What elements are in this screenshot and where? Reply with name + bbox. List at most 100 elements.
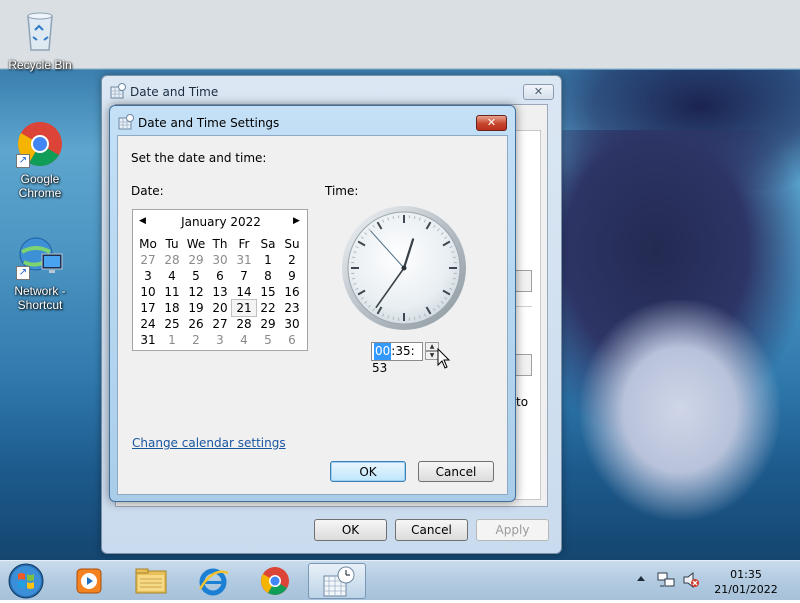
ok-button[interactable]: OK [330, 461, 406, 482]
calendar-day[interactable]: 22 [256, 300, 280, 316]
time-input[interactable]: 00:35:53 [371, 342, 423, 361]
calendar-day[interactable]: 27 [208, 316, 232, 332]
network-icon[interactable] [657, 571, 675, 589]
taskbar-media-player[interactable] [60, 563, 118, 599]
calendar-day[interactable]: 5 [256, 332, 280, 348]
taskbar: 01:35 21/01/2022 [0, 560, 800, 600]
calendar[interactable]: ◀ January 2022 ▶ Mo Tu We Th Fr Sa Su 27… [132, 209, 308, 351]
weekday-header: Tu [160, 236, 184, 252]
desktop-icon-network-shortcut[interactable]: ↗ Network - Shortcut [2, 232, 78, 312]
instruction-text: Set the date and time: [131, 151, 266, 165]
weekday-header: Fr [232, 236, 256, 252]
calendar-day[interactable]: 15 [256, 284, 280, 300]
date-time-icon [110, 83, 126, 102]
calendar-day[interactable]: 3 [136, 268, 160, 284]
cancel-button[interactable]: Cancel [395, 519, 468, 541]
calendar-day[interactable]: 16 [280, 284, 304, 300]
dialog-content: Set the date and time: Date: Time: ◀ Jan… [117, 135, 508, 495]
calendar-day[interactable]: 31 [232, 252, 256, 268]
calendar-week-row: 17181920212223 [136, 300, 304, 316]
calendar-week-row: 31123456 [136, 332, 304, 348]
next-month-icon[interactable]: ▶ [293, 216, 300, 226]
calendar-day[interactable]: 26 [184, 316, 208, 332]
volume-muted-icon[interactable] [682, 571, 700, 589]
time-label: Time: [325, 184, 358, 198]
calendar-day[interactable]: 1 [256, 252, 280, 268]
close-button[interactable]: ✕ [523, 84, 554, 100]
media-player-icon [60, 563, 118, 599]
calendar-day[interactable]: 29 [256, 316, 280, 332]
calendar-day[interactable]: 14 [232, 284, 256, 300]
weekday-header: We [184, 236, 208, 252]
calendar-day[interactable]: 11 [160, 284, 184, 300]
change-time-zone-button[interactable] [516, 354, 532, 376]
calendar-week-row: 3456789 [136, 268, 304, 284]
calendar-day[interactable]: 8 [256, 268, 280, 284]
cancel-button[interactable]: Cancel [418, 461, 494, 482]
show-hidden-icons-icon[interactable] [636, 573, 646, 585]
calendar-day[interactable]: 28 [232, 316, 256, 332]
calendar-day[interactable]: 25 [160, 316, 184, 332]
clock-date: 21/01/2022 [705, 582, 787, 597]
calendar-day[interactable]: 17 [136, 300, 160, 316]
calendar-day[interactable]: 6 [208, 268, 232, 284]
calendar-day[interactable]: 9 [280, 268, 304, 284]
calendar-day-selected[interactable]: 21 [232, 300, 256, 316]
weekday-header: Su [280, 236, 304, 252]
taskbar-chrome[interactable] [246, 563, 304, 599]
calendar-day[interactable]: 30 [280, 316, 304, 332]
time-seconds-field[interactable]: 53 [372, 360, 387, 377]
taskbar-date-and-time[interactable] [308, 563, 366, 599]
system-clock[interactable]: 01:35 21/01/2022 [705, 567, 787, 597]
apply-button[interactable]: Apply [476, 519, 549, 541]
clock-time: 01:35 [705, 567, 787, 582]
calendar-day[interactable]: 20 [208, 300, 232, 316]
time-hours-field[interactable]: 00 [374, 343, 391, 360]
shortcut-arrow-icon: ↗ [16, 154, 30, 168]
calendar-day[interactable]: 18 [160, 300, 184, 316]
calendar-day[interactable]: 27 [136, 252, 160, 268]
desktop-icon-label: Recycle Bin [8, 58, 71, 72]
calendar-day[interactable]: 2 [280, 252, 304, 268]
calendar-day[interactable]: 13 [208, 284, 232, 300]
calendar-day[interactable]: 3 [208, 332, 232, 348]
network-icon: ↗ [16, 232, 64, 280]
calendar-day[interactable]: 30 [208, 252, 232, 268]
time-minutes-field[interactable]: 35 [395, 343, 410, 360]
calendar-day[interactable]: 28 [160, 252, 184, 268]
chrome-icon: ↗ [16, 120, 64, 168]
calendar-month-title[interactable]: January 2022 [133, 215, 309, 229]
dialog-title: Date and Time Settings [138, 116, 279, 130]
taskbar-file-explorer[interactable] [122, 563, 180, 599]
desktop-icon-recycle-bin[interactable]: Recycle Bin [2, 6, 78, 72]
date-time-icon [118, 114, 134, 133]
date-time-icon [309, 564, 367, 600]
calendar-day[interactable]: 12 [184, 284, 208, 300]
desktop-icon-google-chrome[interactable]: ↗ Google Chrome [2, 120, 78, 200]
calendar-day[interactable]: 4 [160, 268, 184, 284]
calendar-day[interactable]: 1 [160, 332, 184, 348]
divider [516, 306, 532, 307]
calendar-day[interactable]: 5 [184, 268, 208, 284]
calendar-day[interactable]: 23 [280, 300, 304, 316]
close-icon: ✕ [534, 85, 543, 98]
calendar-day[interactable]: 4 [232, 332, 256, 348]
calendar-day[interactable]: 31 [136, 332, 160, 348]
change-date-time-button[interactable] [516, 270, 532, 292]
calendar-day[interactable]: 10 [136, 284, 160, 300]
ok-button[interactable]: OK [314, 519, 387, 541]
calendar-day[interactable]: 19 [184, 300, 208, 316]
taskbar-internet-explorer[interactable] [184, 563, 242, 599]
calendar-day[interactable]: 6 [280, 332, 304, 348]
calendar-day[interactable]: 2 [184, 332, 208, 348]
change-calendar-settings-link[interactable]: Change calendar settings [132, 436, 286, 450]
mouse-cursor-icon [437, 348, 451, 370]
date-label: Date: [131, 184, 164, 198]
calendar-day[interactable]: 24 [136, 316, 160, 332]
calendar-day[interactable]: 29 [184, 252, 208, 268]
close-button[interactable]: ✕ [476, 115, 507, 131]
calendar-day[interactable]: 7 [232, 268, 256, 284]
partial-label: to [516, 395, 528, 409]
start-button[interactable] [6, 562, 46, 600]
calendar-days: 2728293031123456789101112131415161718192… [136, 252, 304, 348]
